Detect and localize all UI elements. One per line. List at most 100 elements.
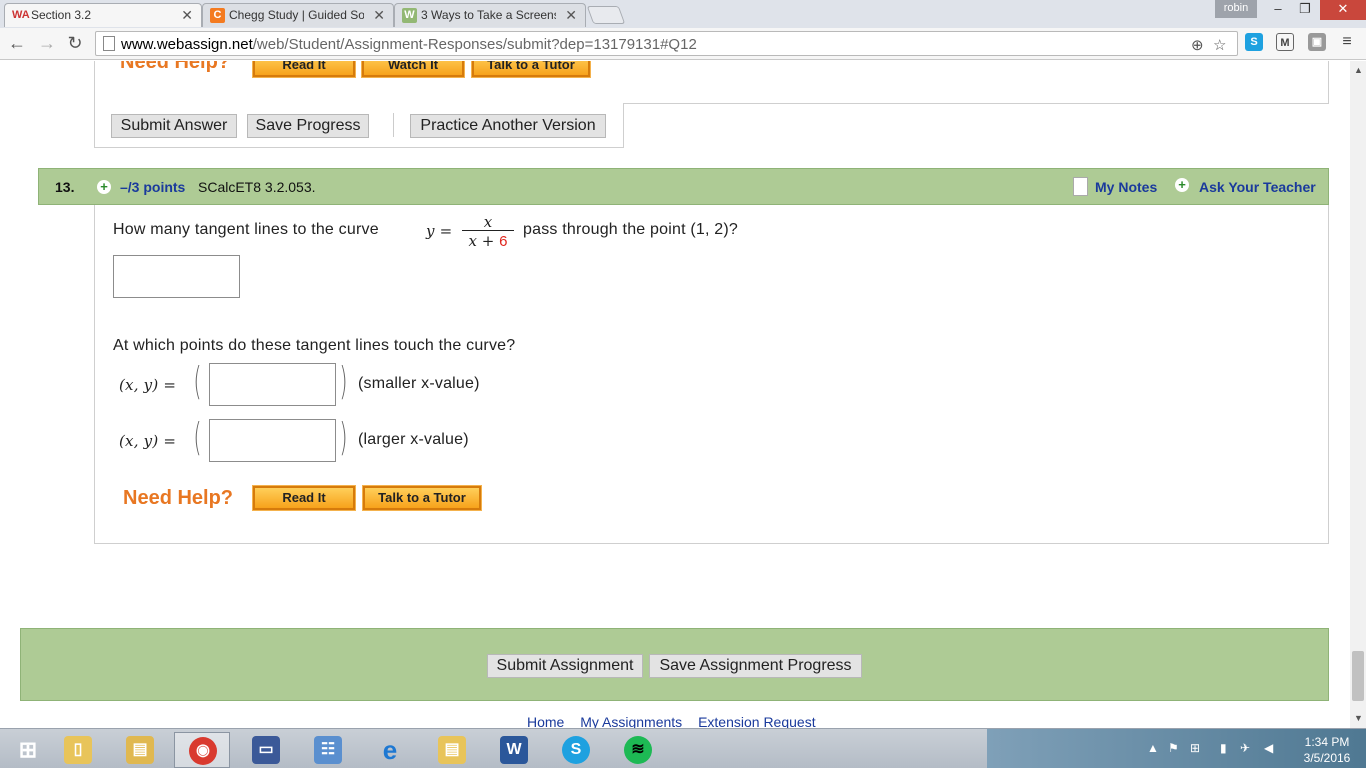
read-it-button[interactable]: Read It: [252, 485, 356, 511]
assignment-submit-panel: Submit Assignment Save Assignment Progre…: [20, 628, 1329, 701]
right-paren: ): [339, 359, 348, 403]
prompt-text: At which points do these tangent lines t…: [113, 337, 516, 354]
fraction-denominator: x + 6: [468, 232, 508, 250]
question-source: SCalcET8 3.2.053.: [198, 179, 316, 195]
notes-icon[interactable]: [1073, 177, 1088, 196]
watch-it-button[interactable]: Watch It: [361, 61, 465, 78]
tab-label: Section 3.2: [31, 8, 92, 22]
flag-icon[interactable]: ⚑: [1168, 741, 1179, 755]
plus-icon[interactable]: +: [1175, 178, 1189, 192]
tab-label: 3 Ways to Take a Screensh: [421, 8, 556, 22]
url-text: www.webassign.net/web/Student/Assignment…: [121, 36, 697, 53]
computer-icon: ▭: [252, 736, 280, 764]
chrome-icon: ◉: [189, 737, 217, 765]
tab-label: Chegg Study | Guided Solu: [229, 8, 364, 22]
skype-extension-icon[interactable]: S: [1245, 33, 1263, 51]
skype-icon: S: [562, 736, 590, 764]
taskbar-app[interactable]: ≋: [610, 732, 666, 768]
screen: WA Section 3.2 ✕ C Chegg Study | Guided …: [0, 0, 1366, 768]
extension-request-link[interactable]: Extension Request: [698, 714, 816, 728]
taskbar-app[interactable]: ▯: [50, 732, 106, 768]
ask-your-teacher-link[interactable]: Ask Your Teacher: [1199, 179, 1316, 195]
forward-icon[interactable]: →: [36, 32, 58, 54]
right-paren: ): [339, 415, 348, 459]
reload-icon[interactable]: ↻: [64, 32, 86, 54]
smaller-x-value-label: (smaller x-value): [358, 375, 480, 392]
file-explorer-icon: ▤: [126, 736, 154, 764]
scroll-up-icon[interactable]: ▲: [1354, 65, 1363, 75]
submit-answer-button[interactable]: Submit Answer: [111, 114, 237, 138]
close-window-icon[interactable]: ✕: [1320, 0, 1366, 20]
practice-another-version-button[interactable]: Practice Another Version: [410, 114, 606, 138]
windows-taskbar: ⊞ ▯ ▤ ◉ ▭ ☷ e ▤ W S ≋ ▲ ⚑ ⊞ ▮ ✈ ◀ 1:34 P…: [0, 728, 1366, 768]
windows-tray-icon[interactable]: ⊞: [1190, 741, 1200, 755]
control-panel-icon: ☷: [314, 736, 342, 764]
back-icon[interactable]: ←: [6, 32, 28, 54]
browser-titlebar: WA Section 3.2 ✕ C Chegg Study | Guided …: [0, 0, 1366, 28]
smaller-point-input[interactable]: [209, 363, 336, 406]
clock-date: 3/5/2016: [1303, 751, 1351, 765]
need-help-label: Need Help?: [120, 61, 231, 73]
minimize-icon[interactable]: –: [1266, 0, 1290, 20]
star-icon[interactable]: ☆: [1213, 36, 1226, 54]
xy-label: (x, y) =: [119, 432, 177, 450]
footer-links: Home My Assignments Extension Request: [527, 714, 828, 728]
restore-icon[interactable]: ❐: [1292, 0, 1318, 20]
taskbar-app-chrome[interactable]: ◉: [174, 732, 230, 768]
tab-wikihow[interactable]: W 3 Ways to Take a Screensh ✕: [394, 3, 586, 27]
address-bar[interactable]: www.webassign.net/web/Student/Assignment…: [95, 31, 1238, 56]
page-content: Need Help? Read It Watch It Talk to a Tu…: [0, 61, 1350, 728]
zoom-icon[interactable]: ⊕: [1191, 36, 1204, 54]
fraction: x x + 6: [462, 211, 514, 251]
my-assignments-link[interactable]: My Assignments: [580, 714, 682, 728]
my-notes-link[interactable]: My Notes: [1095, 179, 1157, 195]
taskbar-app[interactable]: ▤: [424, 732, 480, 768]
airplane-icon[interactable]: ✈: [1240, 741, 1250, 755]
extension-icon[interactable]: ▣: [1308, 33, 1326, 51]
folder-icon: ▯: [64, 736, 92, 764]
larger-point-input[interactable]: [209, 419, 336, 462]
left-paren: (: [193, 359, 202, 403]
taskbar-app[interactable]: e: [362, 732, 418, 768]
taskbar-app[interactable]: S: [548, 732, 604, 768]
taskbar-app[interactable]: ☷: [300, 732, 356, 768]
chevron-up-icon[interactable]: ▲: [1147, 741, 1159, 755]
tab-section-3-2[interactable]: WA Section 3.2 ✕: [4, 3, 202, 27]
submit-assignment-button[interactable]: Submit Assignment: [487, 654, 643, 678]
xy-label: (x, y) =: [119, 376, 177, 394]
start-button[interactable]: ⊞: [0, 732, 56, 768]
taskbar-clock[interactable]: 1:34 PM 3/5/2016: [1296, 734, 1358, 766]
save-assignment-progress-button[interactable]: Save Assignment Progress: [649, 654, 862, 678]
close-icon[interactable]: ✕: [181, 7, 193, 24]
tangent-count-input[interactable]: [113, 255, 240, 298]
scroll-down-icon[interactable]: ▼: [1354, 713, 1363, 723]
home-link[interactable]: Home: [527, 714, 564, 728]
battery-icon[interactable]: ▮: [1220, 741, 1227, 755]
taskbar-app[interactable]: W: [486, 732, 542, 768]
close-icon[interactable]: ✕: [373, 7, 385, 24]
read-it-button[interactable]: Read It: [252, 61, 356, 78]
tab-chegg[interactable]: C Chegg Study | Guided Solu ✕: [202, 3, 394, 27]
browser-toolbar: ← → ↻ www.webassign.net/web/Student/Assi…: [0, 28, 1366, 60]
fraction-numerator: x: [483, 213, 493, 231]
talk-to-tutor-button[interactable]: Talk to a Tutor: [471, 61, 591, 78]
page-scrollbar[interactable]: ▲ ▼: [1350, 61, 1366, 728]
extension-icon[interactable]: M: [1276, 33, 1294, 51]
taskbar-app[interactable]: ▤: [112, 732, 168, 768]
talk-to-tutor-button[interactable]: Talk to a Tutor: [362, 485, 482, 511]
scroll-thumb[interactable]: [1352, 651, 1364, 701]
save-progress-button[interactable]: Save Progress: [247, 114, 369, 138]
wikihow-icon: W: [402, 8, 417, 23]
expand-plus-icon[interactable]: +: [97, 180, 111, 194]
close-icon[interactable]: ✕: [565, 7, 577, 24]
fraction-bar: [462, 230, 514, 231]
user-badge[interactable]: robin: [1215, 0, 1257, 18]
y-equals: y =: [426, 222, 453, 240]
menu-icon[interactable]: ≡: [1338, 33, 1356, 51]
question-points: –/3 points: [120, 179, 186, 195]
clock-time: 1:34 PM: [1304, 735, 1350, 749]
prompt-text: How many tangent lines to the curve: [113, 221, 379, 238]
volume-muted-icon[interactable]: ◀: [1264, 741, 1273, 755]
taskbar-app[interactable]: ▭: [238, 732, 294, 768]
new-tab-button[interactable]: [586, 6, 626, 24]
